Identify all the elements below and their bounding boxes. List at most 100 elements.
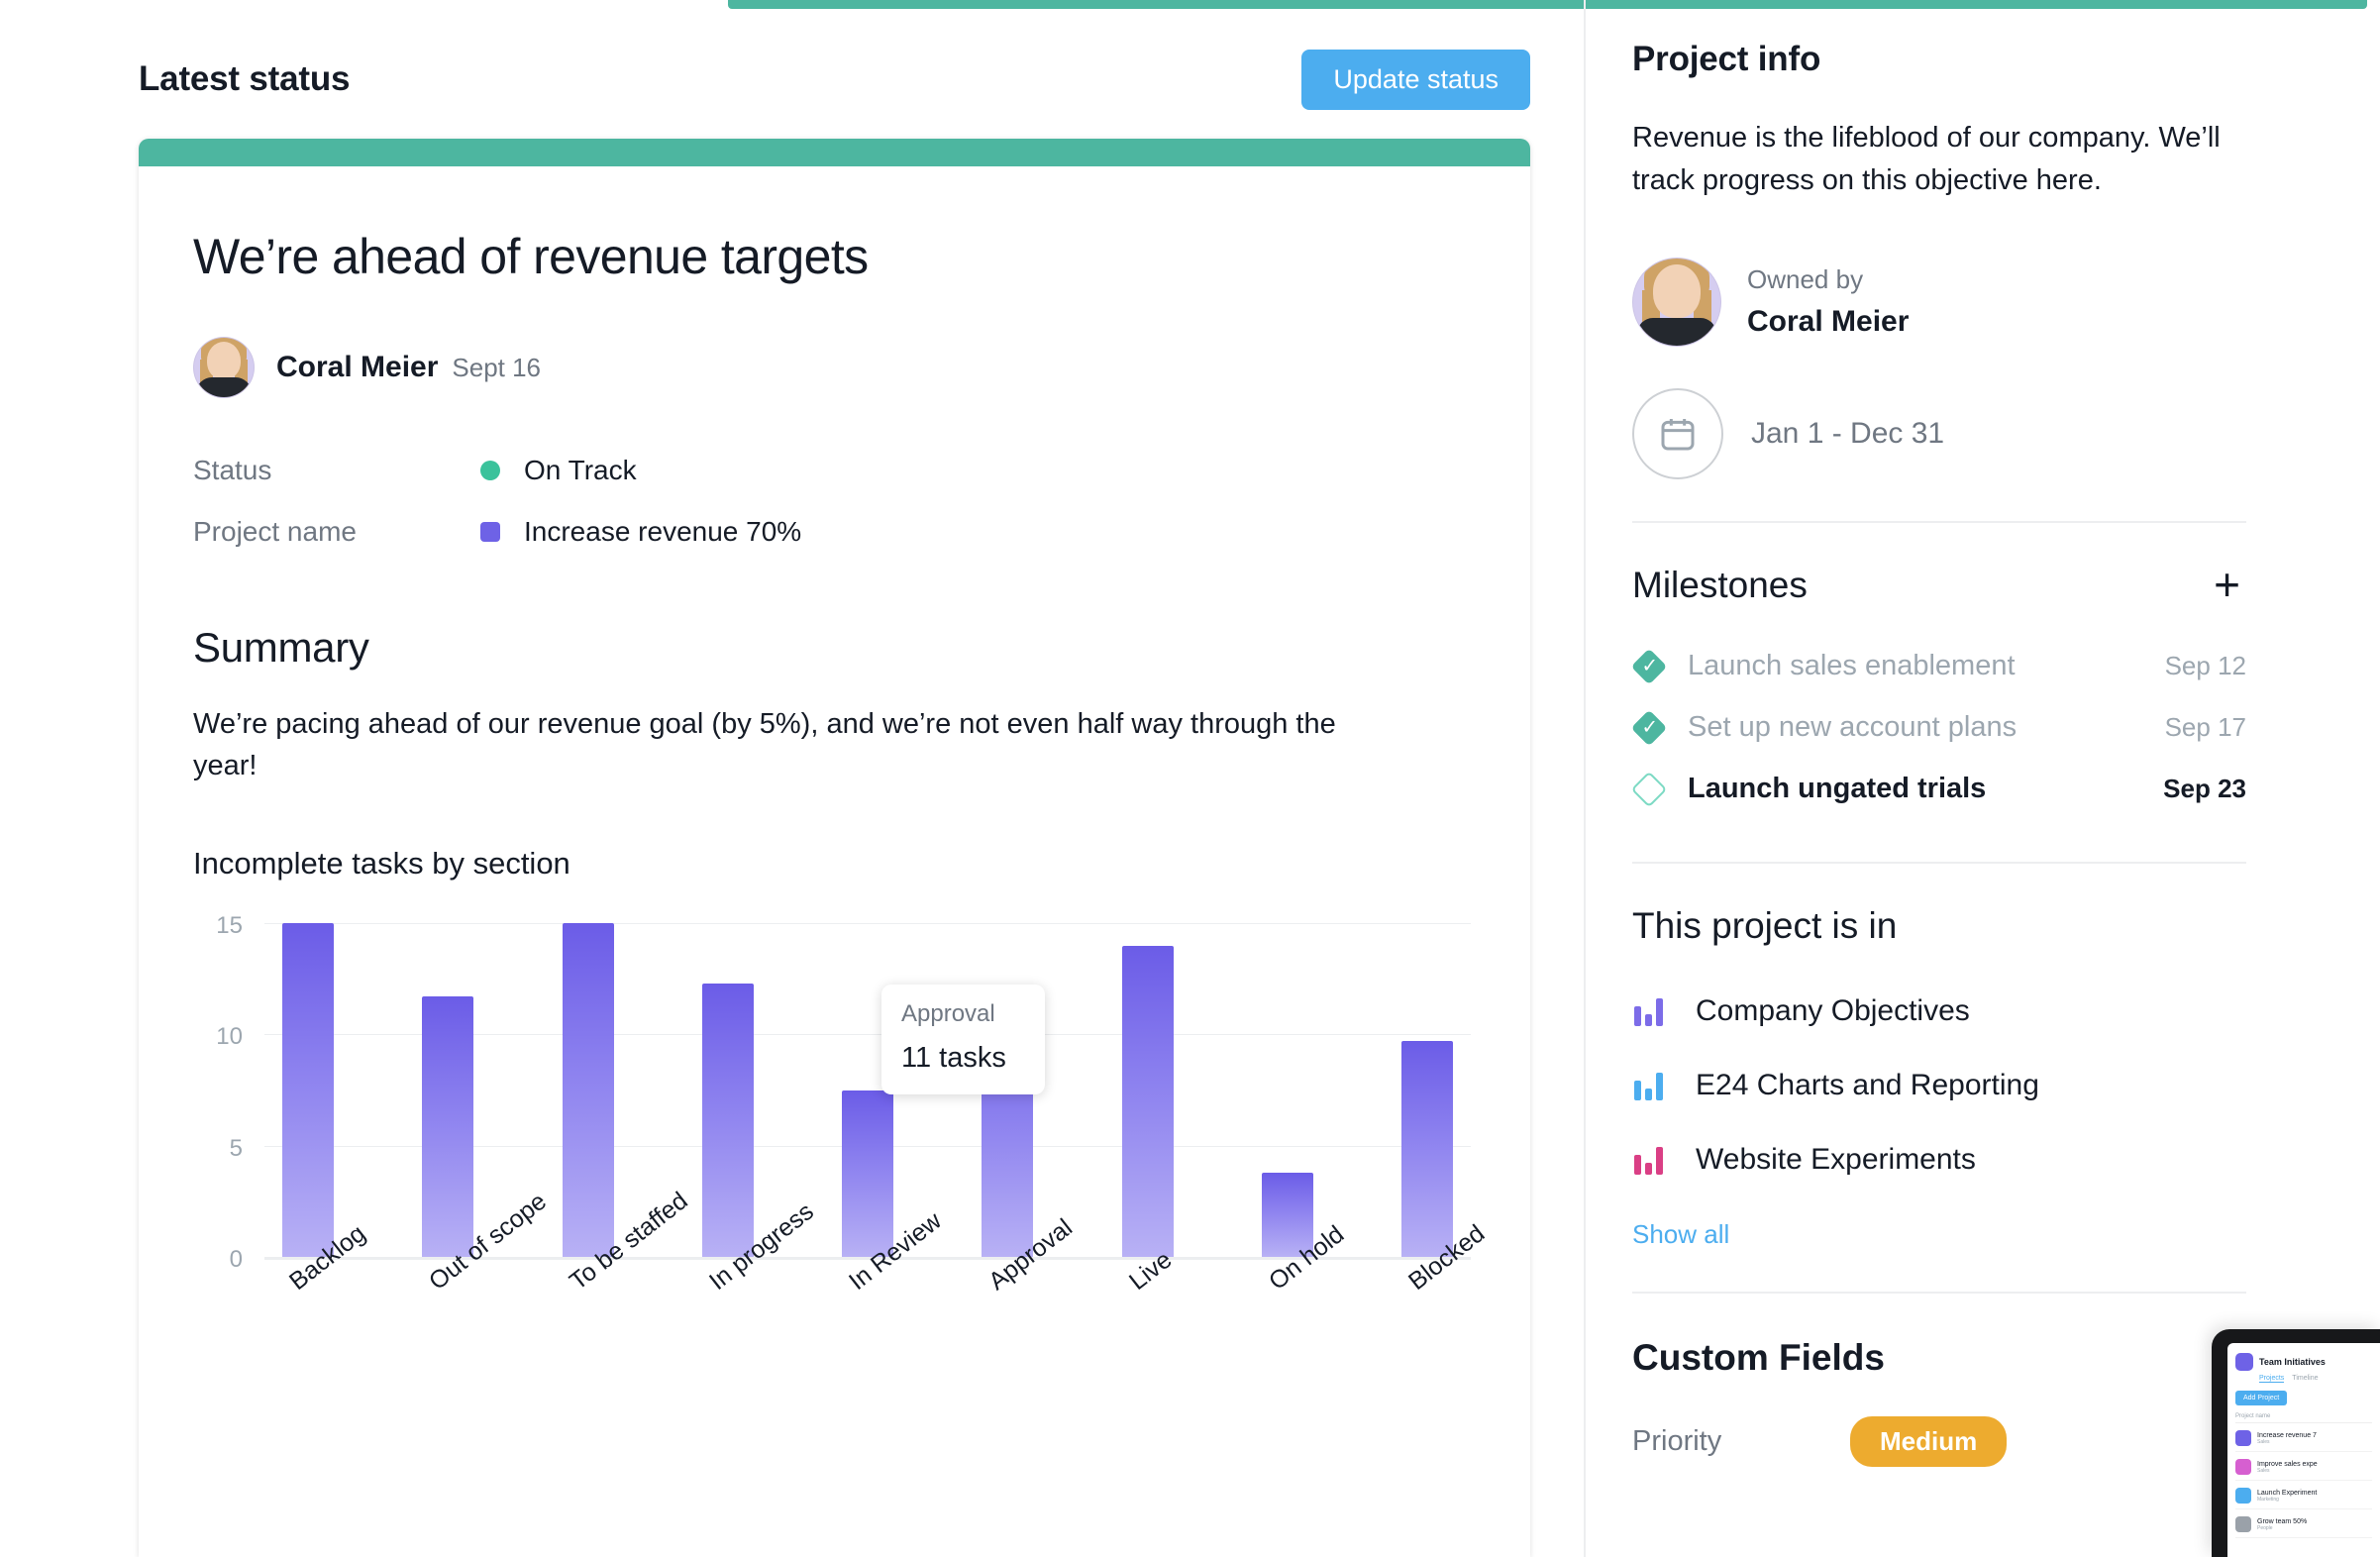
milestones-list: ✓ Launch sales enablement Sep 12 ✓ Set up ne… — [1630, 636, 2246, 820]
project-owner-row[interactable]: Owned by Coral Meier — [1632, 257, 2326, 347]
sidebar-title: Project info — [1632, 40, 1821, 78]
status-meta-table: Status On Track Project name Increase re… — [193, 440, 1476, 563]
device-project-name: Launch Experiment — [2257, 1489, 2318, 1497]
device-project-team: Sales — [2257, 1467, 2270, 1474]
status-update-card: We’re ahead of revenue targets Coral Mei… — [139, 139, 1530, 1557]
chart-bar[interactable] — [422, 996, 474, 1258]
chart-heading: Incomplete tasks by section — [193, 846, 570, 882]
x-axis-tick-label: In progress — [703, 1197, 819, 1297]
portfolio-row[interactable]: Website Experiments — [1632, 1123, 2246, 1197]
incomplete-tasks-chart: 15 10 5 0 Backlog Out of scope To be staffed I… — [193, 912, 1491, 1359]
portfolio-row[interactable]: E24 Charts and Reporting — [1632, 1049, 2246, 1123]
show-all-link[interactable]: Show all — [1632, 1219, 2326, 1250]
meta-row-status: Status On Track — [193, 440, 1476, 501]
add-milestone-plus-icon[interactable]: + — [2208, 562, 2246, 606]
owner-avatar[interactable] — [1632, 257, 1721, 347]
device-tab-projects[interactable]: Projects — [2259, 1375, 2285, 1383]
milestone-complete-icon[interactable]: ✓ — [1630, 648, 1668, 685]
chart-bars — [264, 923, 1471, 1258]
milestone-name: Set up new account plans — [1688, 711, 2018, 744]
latest-status-header: Latest status Update status — [139, 40, 1530, 119]
tooltip-value: 11 tasks — [901, 1042, 1006, 1075]
sidebar-divider-1 — [1632, 520, 2246, 523]
sidebar-divider-2 — [1632, 861, 2246, 864]
chart-bar[interactable] — [282, 923, 334, 1258]
x-axis-tick-label: Approval — [983, 1213, 1079, 1297]
custom-field-label-priority: Priority — [1632, 1424, 1722, 1457]
chart-x-axis-labels: Backlog Out of scope To be staffed In progr… — [264, 1187, 1491, 1357]
x-axis-tick-label: On hold — [1263, 1220, 1349, 1297]
portfolios-list: Company Objectives E24 Charts and Reporti… — [1632, 975, 2246, 1197]
milestone-complete-icon[interactable]: ✓ — [1630, 709, 1668, 747]
chart-bar[interactable] — [701, 983, 754, 1258]
x-axis-tick-label: To be staffed — [564, 1187, 693, 1297]
chart-tooltip: Approval 11 tasks — [881, 985, 1045, 1095]
x-axis-tick-label: Blocked — [1403, 1219, 1491, 1297]
owner-name: Coral Meier — [1747, 305, 1910, 339]
device-project-name: Improve sales expe — [2257, 1460, 2318, 1468]
summary-heading: Summary — [193, 624, 369, 671]
portfolios-header: This project is in — [1632, 905, 2246, 947]
portfolio-bars-icon — [1634, 996, 1668, 1027]
chart-plot-area — [264, 923, 1471, 1261]
tooltip-category: Approval — [901, 1000, 995, 1028]
milestones-header: Milestones + — [1632, 562, 2246, 606]
milestone-incomplete-icon[interactable] — [1630, 771, 1668, 808]
device-project-row: Increase revenue 7 Sales — [2235, 1430, 2372, 1452]
y-axis-tick: 15 — [216, 912, 243, 940]
meta-label-status: Status — [193, 455, 272, 485]
portfolio-row[interactable]: Company Objectives — [1632, 975, 2246, 1049]
chart-bar[interactable] — [842, 1090, 893, 1258]
portfolio-bars-icon — [1634, 1145, 1668, 1176]
milestone-name: Launch ungated trials — [1688, 773, 1987, 805]
device-tab-timeline[interactable]: Timeline — [2292, 1375, 2318, 1383]
device-project-name: Increase revenue 7 — [2257, 1431, 2317, 1439]
project-overview-page: Latest status Update status We’re ahead … — [0, 0, 2380, 1557]
milestone-row[interactable]: ✓ Launch sales enablement Sep 12 — [1630, 636, 2246, 697]
device-screen: Team Initiatives Projects Timeline Add P… — [2227, 1343, 2380, 1557]
calendar-icon-circle — [1632, 387, 1723, 479]
y-axis-tick: 5 — [229, 1134, 243, 1162]
device-project-icon — [2235, 1459, 2251, 1475]
device-column-header: Project name — [2235, 1413, 2372, 1423]
project-name-text: Increase revenue 70% — [524, 516, 802, 547]
meta-value-status: On Track — [480, 455, 637, 486]
meta-value-project-name: Increase revenue 70% — [480, 516, 801, 548]
project-info-sidebar: Project info Revenue is the lifeblood of… — [1630, 0, 2326, 1557]
device-project-team: Sales — [2257, 1438, 2270, 1445]
project-date-row[interactable]: Jan 1 - Dec 31 — [1632, 387, 2326, 479]
milestones-heading: Milestones — [1632, 564, 1808, 605]
device-project-row: Grow team 50% People — [2235, 1516, 2372, 1538]
milestone-row[interactable]: Launch ungated trials Sep 23 — [1630, 759, 2246, 820]
author-avatar[interactable] — [193, 337, 255, 398]
update-status-button[interactable]: Update status — [1301, 49, 1530, 110]
status-dot-icon — [480, 461, 500, 480]
author-date: Sept 16 — [452, 352, 542, 382]
sidebar-divider-3 — [1632, 1291, 2246, 1294]
device-project-team: Marketing — [2257, 1496, 2279, 1503]
device-add-project-button[interactable]: Add Project — [2235, 1391, 2288, 1405]
priority-status-badge[interactable]: Medium — [1850, 1415, 2008, 1467]
milestone-date: Sep 23 — [2163, 774, 2246, 804]
milestone-date: Sep 12 — [2164, 651, 2246, 681]
chart-bar[interactable] — [562, 923, 614, 1258]
device-preview-mockup[interactable]: Team Initiatives Projects Timeline Add P… — [2212, 1329, 2380, 1557]
project-description: Revenue is the lifeblood of our company.… — [1632, 122, 2221, 196]
chart-bar[interactable] — [1121, 945, 1174, 1258]
x-axis-tick-label: Backlog — [284, 1219, 371, 1297]
device-project-name: Grow team 50% — [2257, 1517, 2308, 1525]
column-divider — [1584, 0, 1586, 1557]
card-body: We’re ahead of revenue targets Coral Mei… — [139, 166, 1530, 1359]
milestone-row[interactable]: ✓ Set up new account plans Sep 17 — [1630, 697, 2246, 759]
device-project-team: People — [2257, 1524, 2273, 1531]
x-axis-tick-label: Out of scope — [424, 1187, 553, 1297]
x-axis-tick-label: Live — [1123, 1245, 1177, 1297]
chart-bar[interactable] — [1401, 1041, 1453, 1258]
device-app-header: Team Initiatives — [2235, 1353, 2372, 1371]
status-value-text: On Track — [524, 455, 637, 485]
milestone-name: Launch sales enablement — [1688, 650, 2016, 682]
project-date-range: Jan 1 - Dec 31 — [1751, 416, 1945, 450]
y-axis-tick: 0 — [229, 1246, 243, 1274]
milestone-date: Sep 17 — [2164, 712, 2246, 743]
device-project-rows: Increase revenue 7 Sales Improve sales exp… — [2235, 1430, 2372, 1538]
